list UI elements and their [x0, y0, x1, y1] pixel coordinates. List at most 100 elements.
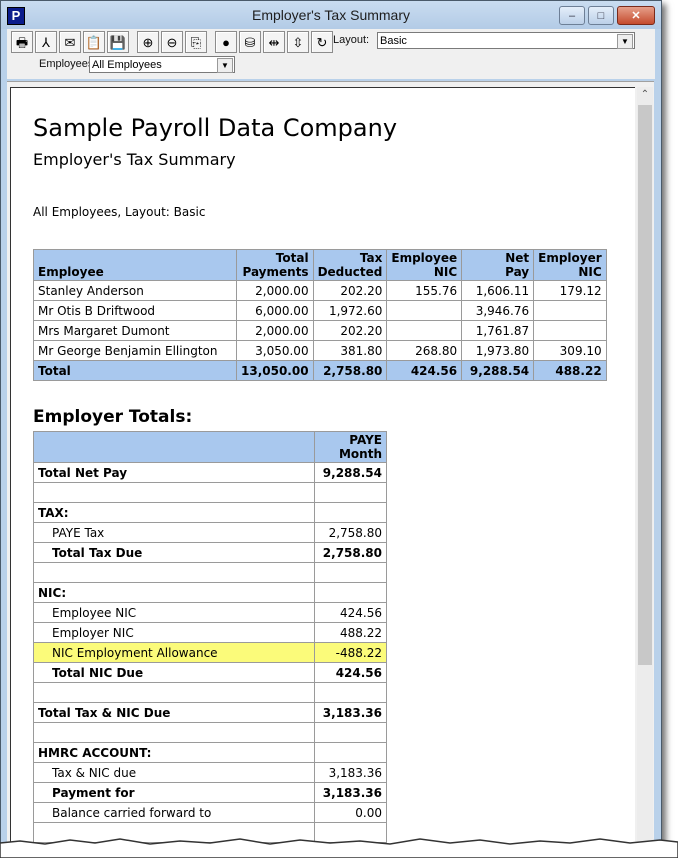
value-cell: 202.20 [312, 280, 388, 301]
minimize-button[interactable]: – [559, 6, 585, 25]
print-button[interactable]: 🖶 [11, 31, 33, 53]
value-cell [386, 300, 463, 321]
header-line-1: Employee [391, 251, 458, 265]
row-value-cell: 424.56 [314, 602, 387, 623]
table-row [33, 562, 387, 583]
toolbar: 🖶 ⅄ ✉ 📋 💾 ⊕ ⊖ ⎘ ● ⛁ ⇹ ⇳ ↻ Layout: Basic ▼ Employees:… [7, 29, 655, 79]
table-row: Mr George Benjamin Ellington 3,050.00 381.… [33, 340, 607, 361]
save-button[interactable]: 💾 [107, 31, 129, 53]
row-label-cell: Payment for [33, 782, 315, 803]
row-label-cell: NIC Employment Allowance [33, 642, 315, 663]
row-label-cell [33, 482, 315, 503]
header-line-1: Tax [359, 251, 383, 265]
employees-select-value: All Employees [92, 59, 162, 71]
total-value-cell: 9,288.54 [461, 360, 535, 381]
scroll-up-icon[interactable]: ⌃ [637, 87, 653, 103]
coins-button[interactable]: ⛁ [239, 31, 261, 53]
pdf-button[interactable]: ⅄ [35, 31, 57, 53]
row-label-cell [33, 722, 315, 743]
page-setup-icon: ⎘ [190, 34, 202, 50]
table-row: Payment for 3,183.36 [33, 782, 387, 803]
employer-totals-table: PAYE Month Total Net Pay 9,288.54 TAX: PAYE … [33, 431, 387, 843]
company-name: Sample Payroll Data Company [33, 114, 398, 142]
chevron-down-icon[interactable]: ▼ [217, 58, 233, 73]
row-label-cell: Total Tax & NIC Due [33, 702, 315, 723]
header-line-2: NIC [433, 265, 458, 279]
scrollbar-thumb[interactable] [638, 105, 652, 665]
zoom-in-icon: ⊕ [142, 34, 154, 50]
coins-icon: ⛁ [244, 34, 256, 50]
colors-button[interactable]: ● [215, 31, 237, 53]
value-cell: 1,972.60 [312, 300, 388, 321]
table-row: Mrs Margaret Dumont 2,000.00 202.20 1,761.8… [33, 320, 607, 341]
row-label-cell: NIC: [33, 582, 315, 603]
row-value-cell: 3,183.36 [314, 702, 387, 723]
value-cell: 1,761.87 [461, 320, 535, 341]
row-height-button[interactable]: ⇳ [287, 31, 309, 53]
total-row: Total 13,050.00 2,758.80 424.56 9,288.54 488.… [33, 360, 607, 381]
value-cell: 155.76 [386, 280, 463, 301]
vertical-scrollbar[interactable]: ⌃ [637, 87, 653, 846]
column-header: Tax Deducted [312, 249, 388, 281]
table-row: Tax & NIC due 3,183.36 [33, 762, 387, 783]
page-setup-button[interactable]: ⎘ [185, 31, 207, 53]
maximize-button[interactable]: □ [588, 6, 614, 25]
header-line-1: Net [505, 251, 530, 265]
chevron-down-icon[interactable]: ▼ [617, 34, 633, 49]
table-row [33, 722, 387, 743]
value-cell: 1,606.11 [461, 280, 535, 301]
highlighted-row: NIC Employment Allowance -488.22 [33, 642, 387, 663]
table-row [33, 482, 387, 503]
table-row: Employee NIC 424.56 [33, 602, 387, 623]
clipboard-button[interactable]: 📋 [83, 31, 105, 53]
header-paye: PAYE [349, 433, 382, 447]
torn-edge-decoration [0, 838, 678, 858]
value-cell [386, 320, 463, 341]
header-label-cell [33, 431, 315, 463]
employee-name-cell: Stanley Anderson [33, 280, 237, 301]
row-label-cell: Total Net Pay [33, 462, 315, 483]
row-value-cell [314, 742, 387, 763]
value-cell [533, 320, 607, 341]
total-label-cell: Total [33, 360, 237, 381]
row-value-cell [314, 582, 387, 603]
layout-select-value: Basic [380, 35, 407, 47]
table-row: Mr Otis B Driftwood 6,000.00 1,972.60 3,946… [33, 300, 607, 321]
colors-icon: ● [222, 34, 230, 50]
email-button[interactable]: ✉ [59, 31, 81, 53]
minimize-icon: – [568, 9, 576, 22]
column-header: Total Payments [236, 249, 314, 281]
row-value-cell [314, 562, 387, 583]
header-line-2: Deducted [317, 265, 383, 279]
value-cell: 179.12 [533, 280, 607, 301]
value-cell: 1,973.80 [461, 340, 535, 361]
row-label-cell: Balance carried forward to [33, 802, 315, 823]
zoom-in-button[interactable]: ⊕ [137, 31, 159, 53]
row-label-cell: Tax & NIC due [33, 762, 315, 783]
row-value-cell: -488.22 [314, 642, 387, 663]
zoom-out-button[interactable]: ⊖ [161, 31, 183, 53]
toolbar-buttons: 🖶 ⅄ ✉ 📋 💾 ⊕ ⊖ ⎘ ● ⛁ ⇹ ⇳ ↻ [11, 31, 335, 53]
total-value-cell: 13,050.00 [236, 360, 314, 381]
row-value-cell [314, 722, 387, 743]
close-button[interactable]: ✕ [617, 6, 655, 25]
table-row: TAX: [33, 502, 387, 523]
row-value-cell: 3,183.36 [314, 762, 387, 783]
total-value-cell: 2,758.80 [312, 360, 388, 381]
table-row: Total Net Pay 9,288.54 [33, 462, 387, 483]
layout-select[interactable]: Basic ▼ [377, 32, 635, 49]
row-label-cell: Total NIC Due [33, 662, 315, 683]
refresh-button[interactable]: ↻ [311, 31, 333, 53]
column-width-button[interactable]: ⇹ [263, 31, 285, 53]
report-window: P Employer's Tax Summary – □ ✕ 🖶 ⅄ ✉ 📋 💾 ⊕ ⊖ ⎘ ●… [0, 0, 662, 847]
table-row: NIC: [33, 582, 387, 603]
row-value-cell: 9,288.54 [314, 462, 387, 483]
employee-name-cell: Mr George Benjamin Ellington [33, 340, 237, 361]
title-bar[interactable]: P Employer's Tax Summary – □ ✕ [1, 1, 661, 29]
report-title: Employer's Tax Summary [33, 150, 236, 169]
table-row: Total Tax Due 2,758.80 [33, 542, 387, 563]
table-row: Total NIC Due 424.56 [33, 662, 387, 683]
refresh-icon: ↻ [316, 34, 328, 50]
report-viewer: Sample Payroll Data Company Employer's T… [7, 81, 654, 846]
employees-select[interactable]: All Employees ▼ [89, 56, 235, 73]
